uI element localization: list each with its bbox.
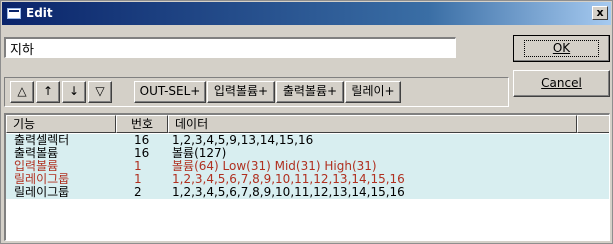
move-bottom-button[interactable]: ▽ [88, 81, 112, 103]
function-list[interactable]: 기능 번호 데이터 출력셀렉터 16 1,2,3,4,5,9,13,14,15,… [4, 113, 610, 241]
cancel-button[interactable]: Cancel [513, 70, 610, 97]
window-title: Edit [26, 6, 53, 20]
list-header: 기능 번호 데이터 [6, 115, 609, 133]
move-down-button[interactable]: ↓ [62, 81, 86, 103]
ok-button[interactable]: OK [513, 35, 610, 62]
output-volume-button[interactable]: 출력볼륨+ [276, 81, 344, 103]
edit-dialog: Edit x OK Cancel △ ↑ ↓ ▽ OUT-SEL+ 입력볼륨+ … [0, 0, 613, 244]
row-data: 1,2,3,4,5,6,7,8,9,10,11,12,13,14,15,16 [172, 185, 405, 199]
ok-button-label: OK [523, 40, 600, 57]
window-icon [7, 8, 21, 19]
title-bar[interactable]: Edit x [2, 2, 611, 25]
row-number: 2 [134, 185, 142, 199]
move-up-button[interactable]: ↑ [36, 81, 60, 103]
close-button[interactable]: x [592, 6, 608, 20]
column-header-number[interactable]: 번호 [116, 115, 168, 133]
move-top-button[interactable]: △ [10, 81, 34, 103]
column-header-extra[interactable] [577, 115, 609, 133]
relay-button[interactable]: 릴레이+ [345, 81, 401, 103]
table-row[interactable]: 출력셀렉터 16 1,2,3,4,5,9,13,14,15,16 [6, 134, 609, 147]
cancel-button-label: Cancel [541, 76, 582, 90]
table-row[interactable]: 릴레이그룹 2 1,2,3,4,5,6,7,8,9,10,11,12,13,14… [6, 185, 609, 199]
out-sel-button[interactable]: OUT-SEL+ [134, 81, 206, 103]
row-function: 릴레이그룹 [14, 185, 70, 199]
column-header-data[interactable]: 데이터 [168, 115, 577, 133]
name-field[interactable] [4, 37, 456, 58]
column-header-function[interactable]: 기능 [6, 115, 116, 133]
input-volume-button[interactable]: 입력볼륨+ [207, 81, 275, 103]
